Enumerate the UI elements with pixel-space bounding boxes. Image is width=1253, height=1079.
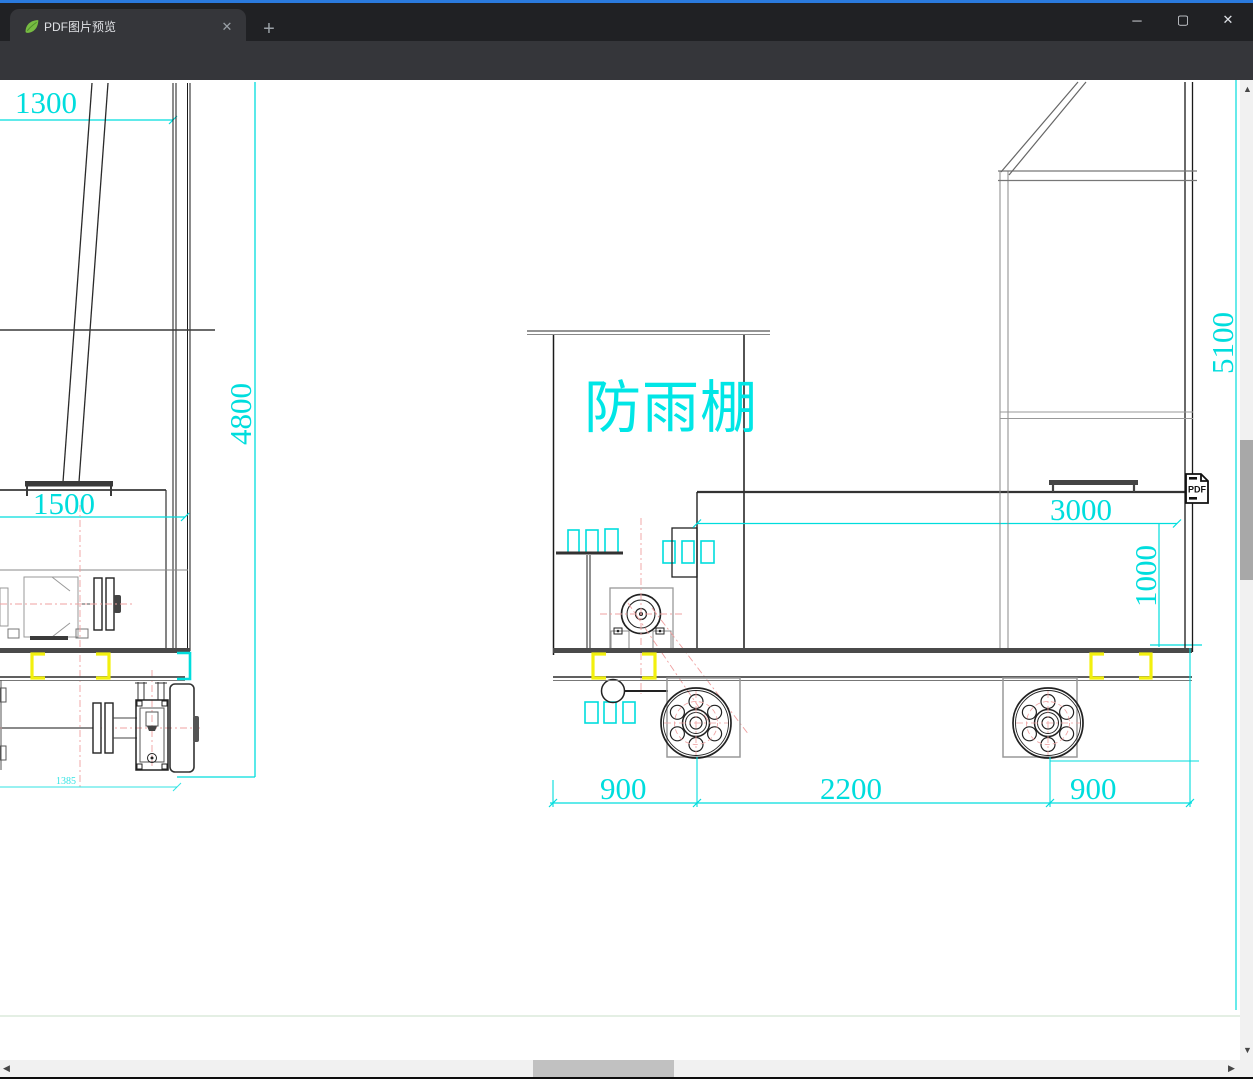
platform-view: 3000 1000 xyxy=(692,81,1202,653)
wheel-right xyxy=(1012,687,1084,759)
vertical-scrollbar-thumb[interactable] xyxy=(1240,440,1253,580)
dim-1385: 1385 xyxy=(56,776,76,787)
horizontal-scrollbar-thumb[interactable] xyxy=(533,1060,674,1077)
scroll-left-icon[interactable]: ◀ xyxy=(3,1064,10,1073)
dim-2200: 2200 xyxy=(820,771,882,806)
window-maximize-button[interactable]: ▢ xyxy=(1163,7,1203,33)
window-minimize-button[interactable]: ─ xyxy=(1117,7,1157,33)
scroll-up-icon[interactable]: ▲ xyxy=(1243,85,1252,94)
shelter-label: 防雨棚 xyxy=(584,376,758,440)
dim-1000: 1000 xyxy=(1128,545,1163,607)
dim-900-rear: 900 xyxy=(1070,771,1117,806)
scroll-right-icon[interactable]: ▶ xyxy=(1228,1064,1235,1073)
browser-toolbar: localhost:8012/onlinePreview?url=http%3A… xyxy=(0,41,1253,116)
scroll-down-icon[interactable]: ▼ xyxy=(1243,1046,1252,1055)
tab-strip: PDF图片预览 ✕ + ─ ▢ ✕ xyxy=(0,3,1253,44)
gearbox-motor xyxy=(609,587,674,650)
spring-favicon-icon xyxy=(25,20,39,33)
dim-1500: 1500 xyxy=(33,486,95,521)
dim-1300: 1300 xyxy=(15,85,77,120)
overall-height-dimension: 5100 xyxy=(1205,80,1240,1010)
bearing-posts xyxy=(135,682,167,700)
tab-close-icon[interactable]: ✕ xyxy=(218,18,236,36)
dim-5100: 5100 xyxy=(1205,312,1240,374)
cad-drawing: 1300 1500 1385 4800 防雨棚 3000 1000 900 22… xyxy=(0,80,1240,1010)
pdf-download-button[interactable]: PDF xyxy=(1184,473,1210,504)
dim-3000: 3000 xyxy=(1050,492,1112,527)
horizontal-scrollbar[interactable]: ◀ ▶ xyxy=(0,1060,1253,1077)
left-elevation-view: 1300 1500 1385 4800 xyxy=(0,82,258,792)
shelter-view: 防雨棚 xyxy=(527,330,770,736)
tab-title: PDF图片预览 xyxy=(44,20,117,34)
browser-tab[interactable]: PDF图片预览 ✕ xyxy=(10,9,246,44)
browser-window: PDF图片预览 ✕ + ─ ▢ ✕ localhost:8012/onlineP… xyxy=(0,0,1253,1079)
trolley-undercarriage xyxy=(553,648,1192,759)
window-close-button[interactable]: ✕ xyxy=(1208,7,1248,33)
rail-clamps-left xyxy=(30,652,111,680)
dim-4800: 4800 xyxy=(223,383,258,445)
dim-900-front: 900 xyxy=(600,771,647,806)
wheel-left xyxy=(660,687,732,759)
page-boundary-line xyxy=(0,1015,1240,1017)
vertical-scrollbar[interactable]: ▲ ▼ xyxy=(1240,80,1253,1077)
page-content: 1300 1500 1385 4800 防雨棚 3000 1000 900 22… xyxy=(0,80,1240,1060)
new-tab-button[interactable]: + xyxy=(256,16,282,42)
bottom-dimensions: 900 2200 900 xyxy=(548,648,1199,808)
pdf-button-label: PDF xyxy=(1188,485,1207,495)
